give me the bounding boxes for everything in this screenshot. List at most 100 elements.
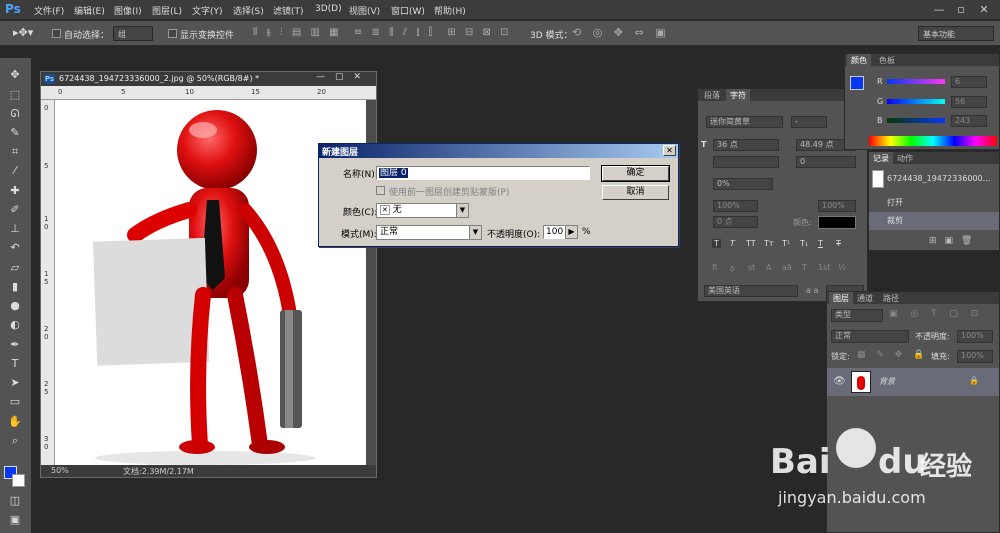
- all-caps-button[interactable]: TT: [746, 239, 756, 248]
- menu-3d[interactable]: 3D(D): [315, 4, 342, 14]
- fill-field[interactable]: 100%: [957, 350, 993, 363]
- menu-edit[interactable]: 编辑(E): [74, 4, 105, 17]
- crop-tool-icon[interactable]: ⌗: [3, 143, 27, 161]
- gradient-tool-icon[interactable]: ▮: [3, 278, 27, 296]
- tab-color[interactable]: 颜色: [847, 54, 871, 66]
- history-snapshot[interactable]: 6724438_19472336000...: [887, 174, 990, 183]
- healing-tool-icon[interactable]: ✚: [3, 182, 27, 200]
- layer-name-input[interactable]: 图层 0: [376, 166, 590, 180]
- menu-file[interactable]: 文件(F): [34, 4, 64, 17]
- stylistic-button[interactable]: A: [766, 263, 771, 272]
- menu-layer[interactable]: 图层(L): [152, 4, 182, 17]
- layer-opacity-field[interactable]: 100%: [957, 330, 993, 343]
- color-preview-swatch[interactable]: [850, 76, 864, 90]
- tab-actions[interactable]: 动作: [893, 152, 917, 164]
- brush-tool-icon[interactable]: ✐: [3, 201, 27, 219]
- type-tool-icon[interactable]: T: [3, 355, 27, 373]
- workspace-dropdown[interactable]: 基本功能: [918, 26, 994, 41]
- menu-help[interactable]: 帮助(H): [434, 4, 466, 17]
- faux-bold-button[interactable]: T: [712, 239, 721, 248]
- pen-tool-icon[interactable]: ✒: [3, 336, 27, 354]
- menu-filter[interactable]: 滤镜(T): [273, 4, 304, 17]
- discretionary-ligature-button[interactable]: st: [748, 263, 755, 272]
- tab-swatches[interactable]: 色板: [875, 54, 899, 66]
- b-value-field[interactable]: 243: [951, 115, 987, 127]
- menu-select[interactable]: 选择(S): [233, 4, 264, 17]
- visibility-eye-icon[interactable]: 👁: [833, 376, 846, 387]
- g-slider[interactable]: [887, 99, 945, 104]
- swash-button[interactable]: ꝺ: [730, 263, 735, 274]
- lock-icons[interactable]: ▦ ✎ ✥ 🔒: [857, 350, 928, 360]
- move-tool-icon[interactable]: ▸✥▾: [13, 26, 33, 39]
- blend-mode-select[interactable]: 正常: [831, 330, 909, 343]
- auto-select-checkbox[interactable]: [52, 29, 61, 38]
- background-color-swatch[interactable]: [12, 474, 25, 487]
- path-select-tool-icon[interactable]: ➤: [3, 374, 27, 392]
- quick-select-tool-icon[interactable]: ✎: [3, 124, 27, 142]
- minimize-button[interactable]: —: [928, 2, 950, 18]
- ordinal-button[interactable]: 1st: [818, 263, 830, 272]
- blur-tool-icon[interactable]: ●: [3, 297, 27, 315]
- r-slider[interactable]: [887, 79, 945, 84]
- tracking-field[interactable]: 0: [796, 156, 856, 168]
- tab-channels[interactable]: 通道: [853, 292, 877, 304]
- lasso-tool-icon[interactable]: ᘏ: [3, 105, 27, 123]
- underline-button[interactable]: T: [818, 239, 823, 248]
- font-style-select[interactable]: -: [791, 116, 827, 128]
- menu-window[interactable]: 窗口(W): [391, 4, 425, 17]
- cancel-button[interactable]: 取消: [602, 185, 669, 200]
- titling-button[interactable]: aā: [782, 263, 792, 272]
- opacity-slider-arrow-icon[interactable]: ▶: [565, 225, 578, 239]
- align-icons[interactable]: ⫴ ⫵ ⫶ ▤ ▥ ▦ ≡ ≣ ⫼ ⫽ ⫾ ⫿ ⊞ ⊟ ⊠ ⊡: [253, 27, 511, 38]
- history-item-open[interactable]: 打开: [869, 194, 999, 212]
- language-select[interactable]: 美国英语: [704, 285, 798, 297]
- ligature-button[interactable]: fi: [712, 263, 717, 272]
- font-family-select[interactable]: 迷你简黄草: [706, 116, 783, 128]
- stamp-tool-icon[interactable]: ⊥: [3, 220, 27, 238]
- close-button[interactable]: ✕: [973, 2, 995, 18]
- b-slider[interactable]: [887, 118, 945, 123]
- r-value-field[interactable]: 6: [951, 76, 987, 88]
- screen-mode-icon[interactable]: ▣: [3, 511, 27, 529]
- menu-type[interactable]: 文字(Y): [192, 4, 223, 17]
- baseline-shift-field[interactable]: 0 点: [713, 216, 758, 228]
- history-brush-tool-icon[interactable]: ↶: [3, 239, 27, 257]
- tab-character[interactable]: 字符: [726, 89, 750, 101]
- menu-image[interactable]: 图像(I): [114, 4, 142, 17]
- history-item-crop[interactable]: 裁剪: [869, 212, 999, 230]
- show-transform-checkbox[interactable]: [168, 29, 177, 38]
- ok-button[interactable]: 确定: [601, 165, 670, 182]
- layer-row-background[interactable]: 👁 背景 🔒: [827, 368, 999, 396]
- document-window-controls[interactable]: —▢✕: [316, 72, 372, 86]
- ornament-button[interactable]: T: [802, 263, 807, 272]
- document-size[interactable]: 文档:2.39M/2.17M: [123, 466, 194, 477]
- strikethrough-button[interactable]: T: [836, 239, 841, 248]
- 3d-mode-icons[interactable]: ⟲ ◎ ✥ ⇔ ▣: [572, 26, 670, 39]
- marquee-tool-icon[interactable]: ⬚: [3, 86, 27, 104]
- menu-view[interactable]: 视图(V): [349, 4, 380, 17]
- hand-tool-icon[interactable]: ✋: [3, 413, 27, 431]
- vertical-scale-field[interactable]: 0%: [713, 178, 773, 190]
- opacity-input[interactable]: 100: [543, 225, 565, 239]
- zoom-tool-icon[interactable]: ⌕: [3, 432, 27, 450]
- subscript-button[interactable]: T₁: [800, 239, 808, 248]
- move-tool-icon[interactable]: ✥: [3, 66, 27, 84]
- tab-paths[interactable]: 路径: [879, 292, 903, 304]
- kerning-field[interactable]: [713, 156, 779, 168]
- auto-select-dropdown[interactable]: 组: [113, 26, 153, 41]
- tab-layers[interactable]: 图层: [829, 292, 853, 304]
- g-value-field[interactable]: 56: [951, 96, 987, 108]
- document-tab[interactable]: Ps 6724438_194723336000_2.jpg @ 50%(RGB/…: [41, 72, 376, 86]
- layer-filter-icons[interactable]: ▣ ◎ T ▢ ⊡: [889, 309, 983, 319]
- superscript-button[interactable]: T¹: [782, 239, 790, 248]
- zoom-level[interactable]: 50%: [51, 466, 69, 475]
- history-footer-icons[interactable]: ⊞▣🗑: [929, 236, 980, 246]
- horizontal-scale-field[interactable]: 100%: [713, 200, 758, 212]
- font-size-field[interactable]: 36 点: [713, 139, 779, 151]
- text-color-swatch[interactable]: [818, 216, 856, 229]
- fraction-button[interactable]: ½: [838, 263, 846, 272]
- quick-mask-icon[interactable]: ◫: [3, 492, 27, 510]
- vertical-scale2-field[interactable]: 100%: [818, 200, 856, 212]
- small-caps-button[interactable]: Tт: [764, 239, 774, 248]
- clip-mask-checkbox[interactable]: [376, 186, 385, 195]
